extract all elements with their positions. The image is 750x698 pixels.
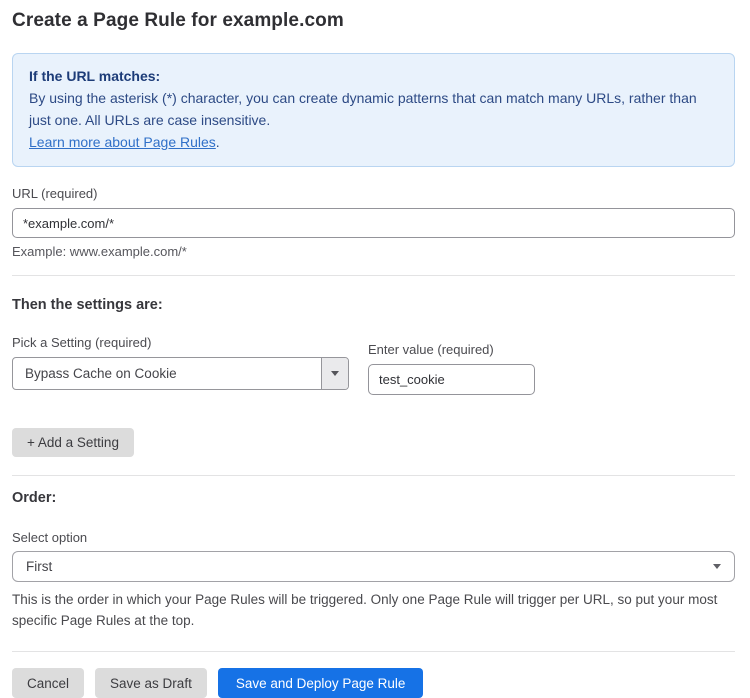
- order-select-value: First: [26, 559, 52, 574]
- info-box-body: By using the asterisk (*) character, you…: [29, 87, 718, 131]
- divider: [12, 475, 735, 476]
- create-page-rule-form: Create a Page Rule for example.com If th…: [0, 0, 750, 698]
- save-and-deploy-button[interactable]: Save and Deploy Page Rule: [218, 668, 424, 698]
- setting-select-arrow-button[interactable]: [321, 358, 348, 389]
- order-section-heading: Order:: [12, 490, 735, 506]
- chevron-down-icon: [331, 371, 339, 376]
- divider: [12, 275, 735, 276]
- enter-value-group: Enter value (required): [368, 342, 535, 395]
- order-select[interactable]: First: [12, 551, 735, 582]
- cancel-button[interactable]: Cancel: [12, 668, 84, 698]
- info-box-heading: If the URL matches:: [29, 65, 718, 87]
- setting-row: Pick a Setting (required) Bypass Cache o…: [12, 335, 735, 395]
- select-option-label: Select option: [12, 530, 735, 545]
- pick-setting-group: Pick a Setting (required) Bypass Cache o…: [12, 335, 349, 395]
- order-hint: This is the order in which your Page Rul…: [12, 589, 735, 631]
- url-field-group: URL (required) Example: www.example.com/…: [12, 186, 735, 259]
- setting-value-input[interactable]: [368, 364, 535, 395]
- enter-value-label: Enter value (required): [368, 342, 535, 357]
- chevron-down-icon: [713, 564, 721, 569]
- pick-setting-label: Pick a Setting (required): [12, 335, 349, 350]
- info-box-link-line: Learn more about Page Rules.: [29, 131, 718, 153]
- settings-section-heading: Then the settings are:: [12, 297, 735, 313]
- url-match-info-box: If the URL matches: By using the asteris…: [12, 53, 735, 167]
- setting-select[interactable]: Bypass Cache on Cookie: [12, 357, 349, 390]
- footer-actions: Cancel Save as Draft Save and Deploy Pag…: [12, 652, 735, 698]
- page-title: Create a Page Rule for example.com: [12, 10, 735, 32]
- url-label: URL (required): [12, 186, 735, 201]
- save-as-draft-button[interactable]: Save as Draft: [95, 668, 207, 698]
- url-input[interactable]: [12, 208, 735, 238]
- add-setting-button[interactable]: + Add a Setting: [12, 428, 134, 457]
- url-example-hint: Example: www.example.com/*: [12, 244, 735, 259]
- setting-select-value: Bypass Cache on Cookie: [13, 358, 321, 389]
- learn-more-link[interactable]: Learn more about Page Rules: [29, 134, 216, 150]
- link-suffix: .: [216, 134, 220, 150]
